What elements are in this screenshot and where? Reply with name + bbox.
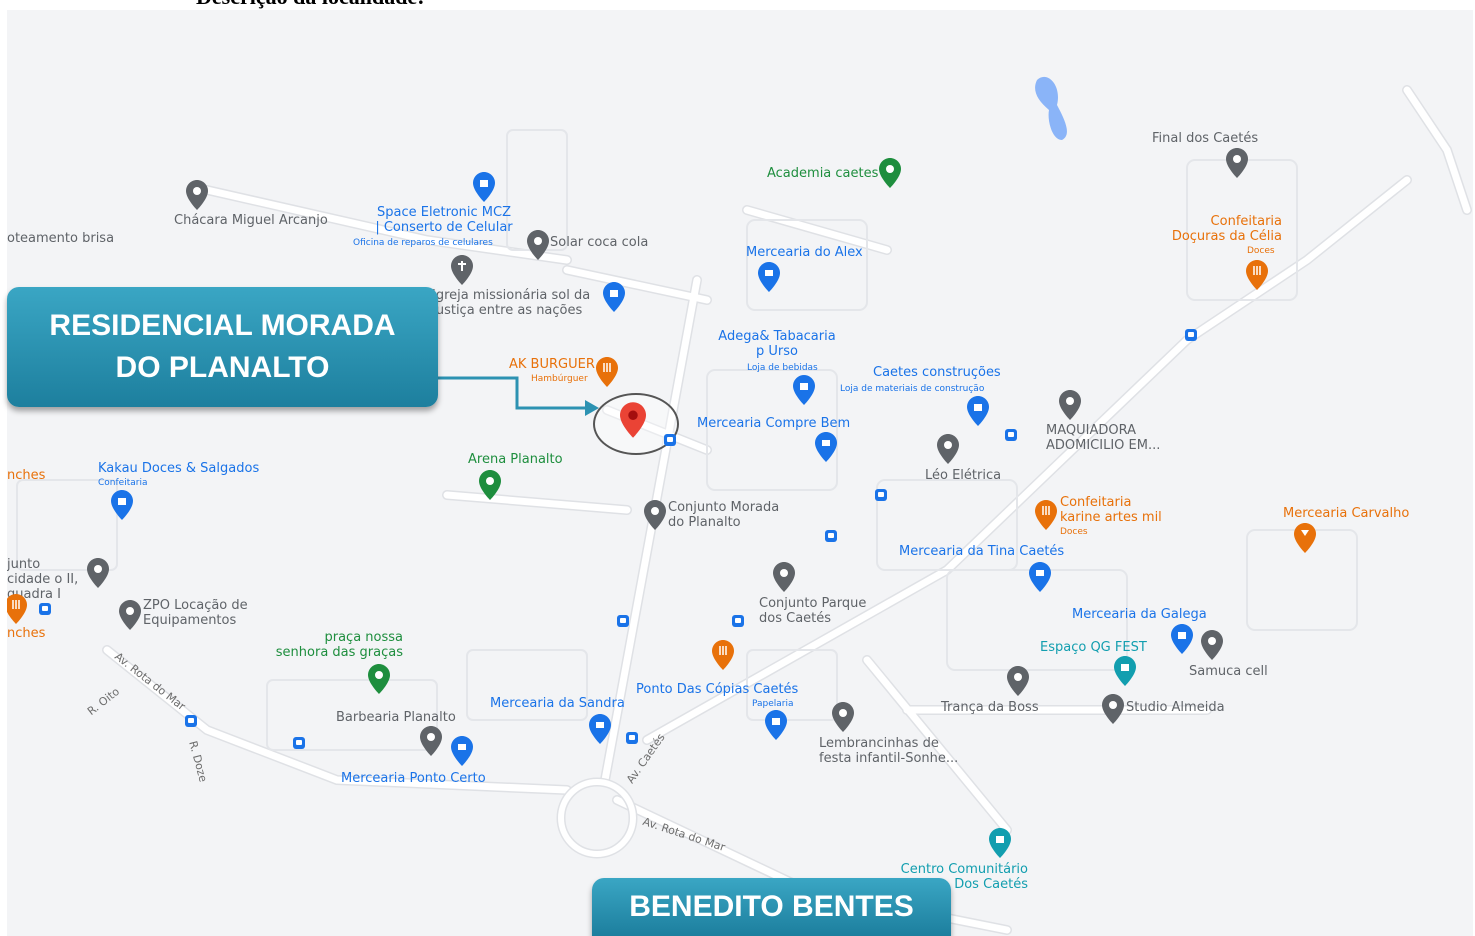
park-icon[interactable]: [368, 664, 390, 694]
place-category: Doces: [1060, 527, 1088, 537]
grey-pin-icon[interactable]: [1007, 666, 1029, 696]
document-heading: Descrição da localidade:: [196, 0, 425, 10]
place-label[interactable]: ZPO Locação de Equipamentos: [143, 598, 263, 628]
grey-pin-icon[interactable]: [1102, 694, 1124, 724]
place-category: Papelaria: [752, 699, 794, 709]
bus-stop-icon[interactable]: [732, 615, 744, 627]
place-label[interactable]: Conjunto Morada do Planalto: [668, 500, 788, 530]
lake-shape: [1035, 76, 1067, 140]
grey-pin-icon[interactable]: [1059, 390, 1081, 420]
place-category: Confeitaria: [98, 478, 148, 488]
location-pin-icon[interactable]: [620, 402, 646, 438]
place-label[interactable]: Confeitaria karine artes mil: [1060, 495, 1170, 525]
grey-pin-icon[interactable]: [87, 558, 109, 588]
place-label[interactable]: Lembrancinhas de festa infantil-Sonhe...: [819, 736, 959, 766]
place-category: Loja de bebidas: [747, 363, 818, 373]
shopping-bag-icon[interactable]: [603, 282, 625, 312]
place-label[interactable]: Confeitaria Doçuras da Célia: [1167, 214, 1282, 244]
place-label[interactable]: Trança da Boss: [941, 700, 1039, 715]
church-icon[interactable]: [451, 255, 473, 285]
shopping-bag-icon[interactable]: [1171, 624, 1193, 654]
place-label: nches: [7, 468, 46, 483]
place-label[interactable]: Mercearia do Alex: [746, 245, 863, 260]
neighborhood-callout: BENEDITO BENTES: [592, 878, 951, 936]
bus-stop-icon[interactable]: [617, 615, 629, 627]
grey-pin-icon[interactable]: [527, 230, 549, 260]
grey-pin-icon[interactable]: [832, 702, 854, 732]
grey-pin-icon[interactable]: [119, 600, 141, 630]
place-label[interactable]: Espaço QG FEST: [1040, 640, 1147, 655]
cart-icon[interactable]: [815, 432, 837, 462]
shopping-bag-icon[interactable]: [111, 490, 133, 520]
place-label[interactable]: Chácara Miguel Arcanjo: [174, 213, 328, 228]
place-label[interactable]: Mercearia da Sandra: [490, 696, 625, 711]
place-label[interactable]: Léo Elétrica: [925, 468, 1001, 483]
residential-callout-text: RESIDENCIAL MORADA DO PLANALTO: [49, 309, 396, 384]
restaurant-icon[interactable]: [1035, 500, 1057, 530]
place-label[interactable]: Space Eletronic MCZ | Conserto de Celula…: [374, 205, 514, 235]
bus-stop-icon[interactable]: [1185, 329, 1197, 341]
place-label[interactable]: Adega& Tabacaria p Urso: [717, 329, 837, 359]
place-label: oteamento brisa: [7, 231, 115, 246]
callout-arrow: [437, 376, 599, 416]
bus-stop-icon[interactable]: [185, 715, 197, 727]
bus-stop-icon[interactable]: [825, 530, 837, 542]
place-category: Doces: [1247, 246, 1275, 256]
place-label[interactable]: Mercearia da Tina Caetés: [899, 544, 1064, 559]
place-label[interactable]: Mercearia Ponto Certo: [341, 771, 486, 786]
place-label[interactable]: Arena Planalto: [468, 452, 563, 467]
place-label[interactable]: praça nossa senhora das graças: [273, 630, 403, 660]
place-label[interactable]: MAQUIADORA ADOMICILIO EM...: [1046, 423, 1166, 453]
place-label[interactable]: Mercearia Carvalho: [1283, 506, 1409, 521]
bus-stop-icon[interactable]: [664, 434, 676, 446]
place-label: nches: [7, 626, 46, 641]
restaurant-icon[interactable]: [7, 594, 27, 624]
map-view[interactable]: Av. Rota do Mar R. Oito R. Doze Av. Caet…: [7, 10, 1473, 936]
cart-icon[interactable]: [758, 262, 780, 292]
grey-pin-icon[interactable]: [644, 500, 666, 530]
restaurant-icon[interactable]: [712, 640, 734, 670]
place-label[interactable]: Mercearia Compre Bem: [697, 416, 850, 431]
place-label[interactable]: Studio Almeida: [1126, 700, 1225, 715]
place-label[interactable]: Caetes construções: [873, 365, 1001, 380]
bus-stop-icon[interactable]: [875, 489, 887, 501]
gym-icon[interactable]: [879, 158, 901, 188]
park-icon[interactable]: [479, 470, 501, 500]
cart-icon[interactable]: [1029, 562, 1051, 592]
place-label[interactable]: Conjunto Parque dos Caetés: [759, 596, 874, 626]
place-label[interactable]: Barbearia Planalto: [336, 710, 456, 725]
cart-icon[interactable]: [589, 714, 611, 744]
bus-stop-icon[interactable]: [39, 603, 51, 615]
grey-pin-icon[interactable]: [1201, 630, 1223, 660]
place-category: Oficina de reparos de celulares: [353, 238, 493, 248]
event-venue-icon[interactable]: [1114, 656, 1136, 686]
residential-callout: RESIDENCIAL MORADA DO PLANALTO: [7, 287, 438, 407]
restaurant-icon[interactable]: [1246, 260, 1268, 290]
place-label[interactable]: Igreja missionária sol da Justiça entre …: [432, 288, 602, 318]
place-label[interactable]: Academia caetes: [767, 166, 878, 181]
place-label[interactable]: Final dos Caetés: [1152, 131, 1258, 146]
grey-pin-icon[interactable]: [186, 180, 208, 210]
community-center-icon[interactable]: [989, 828, 1011, 858]
shopping-bag-icon[interactable]: [473, 172, 495, 202]
shopping-bag-icon[interactable]: [765, 710, 787, 740]
bus-stop-icon[interactable]: [293, 737, 305, 749]
place-label[interactable]: Samuca cell: [1189, 664, 1268, 679]
barber-icon[interactable]: [420, 726, 442, 756]
place-label[interactable]: Kakau Doces & Salgados: [98, 461, 259, 476]
place-label[interactable]: Mercearia da Galega: [1072, 607, 1207, 622]
bus-stop-icon[interactable]: [626, 732, 638, 744]
grey-pin-icon[interactable]: [937, 434, 959, 464]
grey-pin-icon[interactable]: [773, 562, 795, 592]
shopping-bag-icon[interactable]: [793, 375, 815, 405]
cart-icon[interactable]: [451, 736, 473, 766]
grey-pin-icon[interactable]: [1226, 148, 1248, 178]
place-label[interactable]: Ponto Das Cópias Caetés: [636, 682, 798, 697]
shopping-bag-icon[interactable]: [967, 396, 989, 426]
place-category: Loja de materiais de construção: [840, 384, 985, 394]
bar-icon[interactable]: [1294, 523, 1316, 553]
place-label[interactable]: Solar coca cola: [550, 235, 648, 250]
bus-stop-icon[interactable]: [1005, 429, 1017, 441]
